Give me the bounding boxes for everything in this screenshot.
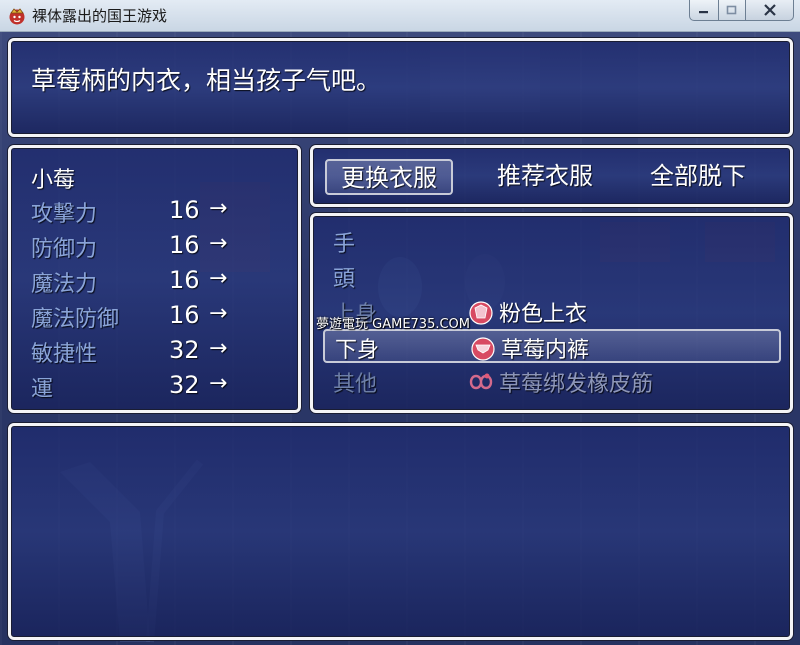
- stat-value: 16: [169, 266, 200, 294]
- close-button[interactable]: [746, 0, 794, 21]
- slot-row-head[interactable]: 頭: [323, 260, 781, 294]
- item-name: 草莓内裤: [501, 338, 590, 363]
- window-title: 裸体露出的国王游戏: [32, 7, 168, 25]
- stat-label: 防御力: [31, 237, 98, 262]
- window-controls: [689, 0, 794, 21]
- slot-row-other[interactable]: 其他 草莓绑发橡皮筋: [323, 365, 781, 399]
- stat-row-magic-attack: 魔法力 16 →: [31, 266, 281, 298]
- stat-row-defense: 防御力 16 →: [31, 231, 281, 263]
- watermark: 夢遊電玩 GAME735.COM: [316, 317, 471, 332]
- slot-label: 頭: [333, 267, 356, 292]
- remove-all-command[interactable]: 全部脱下: [636, 159, 760, 195]
- item-list-window: [8, 423, 793, 640]
- recommend-clothes-command[interactable]: 推荐衣服: [483, 159, 607, 195]
- item-name: 草莓绑发橡皮筋: [499, 372, 654, 397]
- stat-arrow: →: [209, 301, 228, 326]
- item-description: 草莓柄的内衣，相当孩子气吧。: [31, 66, 382, 95]
- stat-arrow: →: [209, 266, 228, 291]
- stat-value: 16: [169, 196, 200, 224]
- stat-label: 敏捷性: [31, 342, 98, 367]
- stat-label: 魔法力: [31, 272, 98, 297]
- stat-label: 運: [31, 377, 54, 402]
- stat-label: 攻撃力: [31, 202, 98, 227]
- slot-label: 手: [333, 232, 356, 257]
- stat-row-attack: 攻撃力 16 →: [31, 196, 281, 228]
- item-name: 粉色上衣: [499, 302, 588, 327]
- stat-arrow: →: [209, 196, 228, 221]
- clothing-icon: [471, 337, 495, 361]
- stat-value: 16: [169, 301, 200, 329]
- stat-value: 32: [169, 336, 200, 364]
- close-icon: [763, 4, 776, 16]
- stat-value: 32: [169, 371, 200, 399]
- stat-arrow: →: [209, 231, 228, 256]
- minimize-icon: [699, 11, 708, 14]
- stat-row-magic-defense: 魔法防御 16 →: [31, 301, 281, 333]
- minimize-button[interactable]: [689, 0, 719, 21]
- hair-tie-icon: [469, 373, 493, 390]
- stat-row-luck: 運 32 →: [31, 371, 281, 403]
- stat-row-agility: 敏捷性 32 →: [31, 336, 281, 368]
- slot-row-hand[interactable]: 手: [323, 225, 781, 259]
- slot-label: 其他: [333, 372, 378, 397]
- game-viewport: 草莓柄的内衣，相当孩子气吧。 小莓 攻撃力 16 → 防御力 16 → 魔法力 …: [0, 32, 800, 645]
- maximize-icon: [726, 5, 737, 14]
- help-window: 草莓柄的内衣，相当孩子气吧。: [8, 38, 793, 137]
- stat-label: 魔法防御: [31, 307, 120, 332]
- stat-value: 16: [169, 231, 200, 259]
- slot-label: 下身: [335, 338, 380, 363]
- maximize-button[interactable]: [719, 0, 746, 21]
- actor-name: 小莓: [31, 168, 76, 193]
- stat-arrow: →: [209, 371, 228, 396]
- command-window: 更换衣服 推荐衣服 全部脱下: [310, 145, 793, 207]
- change-clothes-command[interactable]: 更换衣服: [325, 159, 453, 195]
- clothing-icon: [469, 301, 493, 325]
- app-icon: [9, 8, 25, 25]
- title-bar: 裸体露出的国王游戏: [0, 0, 800, 32]
- status-window: 小莓 攻撃力 16 → 防御力 16 → 魔法力 16 → 魔法防御 16 → …: [8, 145, 301, 413]
- stat-arrow: →: [209, 336, 228, 361]
- slot-row-bottom[interactable]: 下身 草莓内裤: [323, 329, 781, 363]
